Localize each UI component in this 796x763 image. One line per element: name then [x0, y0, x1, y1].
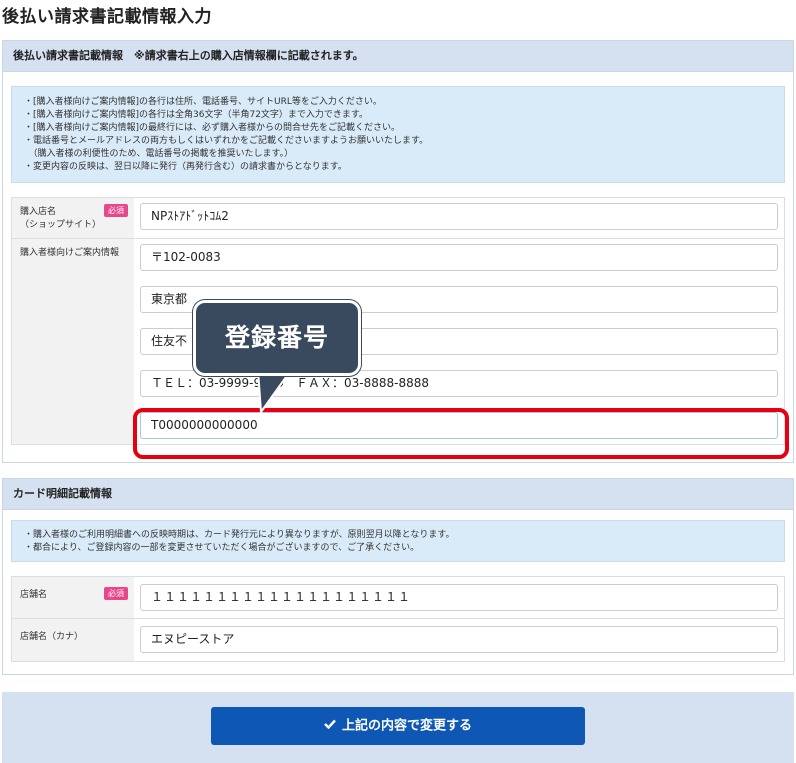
registration-number-callout: 登録番号 — [193, 300, 361, 376]
registration-number-highlight — [133, 408, 789, 459]
shop-name-label: 購入店名 （ショップサイト） 必須 — [12, 198, 134, 238]
required-badge: 必須 — [104, 204, 128, 217]
submit-button-label: 上記の内容で変更する — [341, 718, 472, 734]
notice-line: ・[購入者様向けご案内情報]の各行は全角36文字（半角72文字）まで入力できます… — [24, 110, 369, 120]
notice-line: ・[購入者様向けご案内情報]の各行は住所、電話番号、サイトURL等をご入力くださ… — [24, 97, 382, 107]
card-form: 店舗名 必須 １１１１１１１１１１１１１１１１１１１１ 店舗名（カナ） エヌピー… — [11, 576, 785, 662]
buyer-info-line-1[interactable]: 〒102-0083 — [140, 244, 778, 271]
shop-name-label-line2: （ショップサイト） — [20, 220, 102, 230]
callout-tail — [256, 370, 293, 415]
notice-line: ・変更内容の反映は、翌日以降に発行（再発行含む）の請求書からとなります。 — [24, 162, 347, 172]
notice-line: ・[購入者様向けご案内情報]の最終行には、必ず購入者様からの問合せ先をご記載くだ… — [24, 123, 401, 133]
card-panel: カード明細記載情報 ・購入者様のご利用明細書への反映時期は、カード発行元により異… — [2, 478, 794, 675]
buyer-info-label: 購入者様向けご案内情報 — [12, 239, 134, 444]
submit-button[interactable]: 上記の内容で変更する — [211, 707, 585, 745]
buyer-info-label-text: 購入者様向けご案内情報 — [20, 248, 120, 258]
card-notice: ・購入者様のご利用明細書への反映時期は、カード発行元により異なりますが、原則翌月… — [11, 520, 785, 562]
store-name-kana-label: 店舗名（カナ） — [12, 619, 134, 661]
shop-name-input[interactable]: NPｽﾄｱﾄﾞｯﾄｺﾑ2 — [140, 203, 778, 230]
notice-line: ・都合により、ご登録内容の一部を変更させていただく場合がございますので、ご了承く… — [24, 543, 420, 553]
card-panel-heading: カード明細記載情報 — [3, 479, 793, 510]
page-title: 後払い請求書記載情報入力 — [2, 7, 212, 27]
invoice-panel: 後払い請求書記載情報 ※請求書右上の購入店情報欄に記載されます。 ・[購入者様向… — [2, 40, 794, 463]
store-name-input[interactable]: １１１１１１１１１１１１１１１１１１１１ — [140, 584, 778, 611]
invoice-notice: ・[購入者様向けご案内情報]の各行は住所、電話番号、サイトURL等をご入力くださ… — [11, 86, 785, 183]
shop-name-row: 購入店名 （ショップサイト） 必須 NPｽﾄｱﾄﾞｯﾄｺﾑ2 — [12, 198, 784, 238]
invoice-panel-heading: 後払い請求書記載情報 ※請求書右上の購入店情報欄に記載されます。 — [3, 41, 793, 72]
store-name-label: 店舗名 必須 — [12, 577, 134, 618]
store-name-kana-input[interactable]: エヌピーストア — [140, 626, 778, 653]
notice-line: （購入者様の利便性のため、電話番号の掲載を推奨いたします。） — [24, 149, 294, 159]
check-icon — [324, 707, 336, 745]
store-name-kana-row: 店舗名（カナ） エヌピーストア — [12, 618, 784, 661]
required-badge: 必須 — [104, 587, 128, 600]
notice-line: ・電話番号とメールアドレスの両方もしくはいずれかをご記載くださいますようお願いい… — [24, 136, 429, 146]
submit-area: 上記の内容で変更する — [2, 692, 794, 763]
notice-line: ・購入者様のご利用明細書への反映時期は、カード発行元により異なりますが、原則翌月… — [24, 530, 455, 540]
store-name-row: 店舗名 必須 １１１１１１１１１１１１１１１１１１１１ — [12, 577, 784, 618]
store-name-kana-label-text: 店舗名（カナ） — [20, 632, 84, 642]
